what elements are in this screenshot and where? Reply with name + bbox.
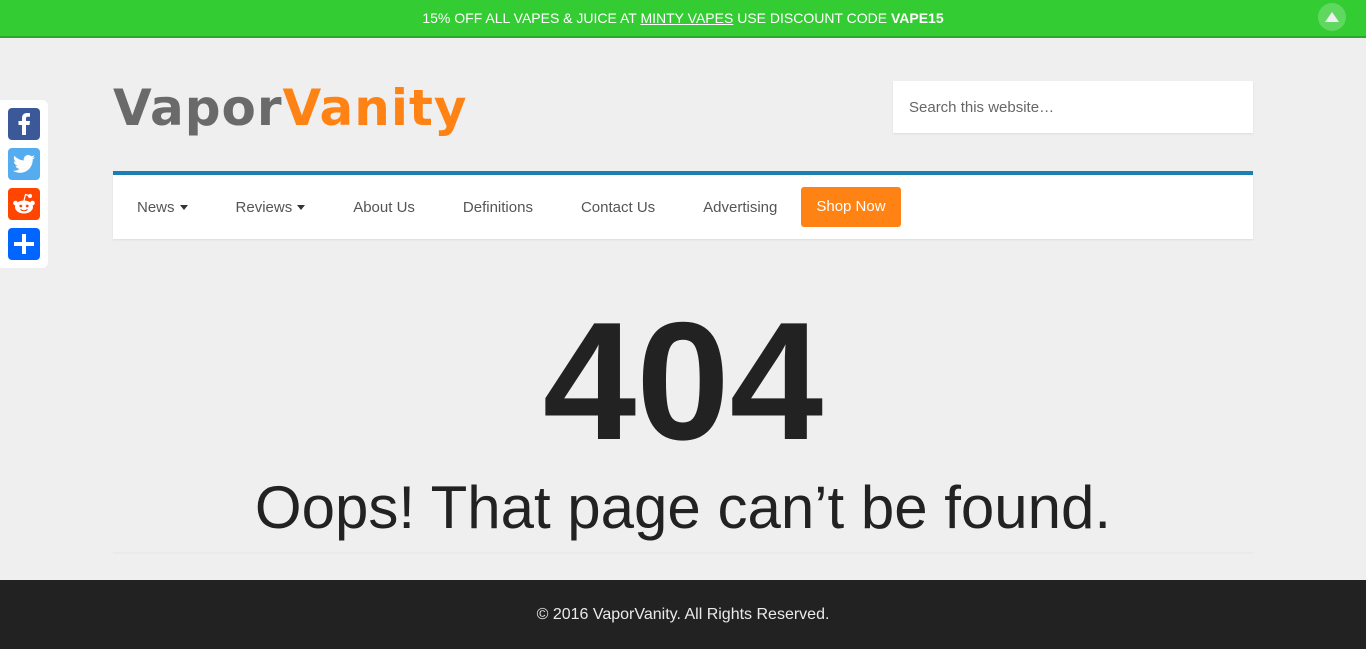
footer-copyright: © 2016 VaporVanity. All Rights Reserved. [536,606,830,623]
main-navigation: News Reviews About Us Definitions Contac… [113,171,1253,239]
collapse-promo-button[interactable] [1318,3,1346,31]
caret-down-icon [179,204,188,210]
more-share-button[interactable] [8,228,40,260]
nav-item-advertising[interactable]: Advertising [703,199,777,216]
promo-code: VAPE15 [890,10,944,26]
shop-now-button[interactable]: Shop Now [801,187,901,227]
nav-item-reviews[interactable]: Reviews [236,199,306,216]
site-footer: © 2016 VaporVanity. All Rights Reserved. [0,580,1366,649]
promo-prefix: 15% OFF ALL VAPES & JUICE AT [422,10,641,26]
promo-middle: USE DISCOUNT CODE [733,10,891,26]
facebook-icon [18,113,30,135]
nav-label-news: News [137,198,175,216]
plus-share-icon [14,234,34,254]
twitter-share-button[interactable] [8,148,40,180]
chevron-up-icon [1325,12,1339,22]
nav-item-contact[interactable]: Contact Us [581,199,655,216]
reddit-share-button[interactable] [8,188,40,220]
twitter-icon [13,155,35,173]
nav-item-about[interactable]: About Us [353,199,415,216]
error-code: 404 [542,287,824,475]
nav-item-news[interactable]: News [137,199,188,216]
logo-part-vanity: Vanity [282,79,468,137]
search-input[interactable] [893,81,1253,133]
caret-down-icon [297,204,306,210]
reddit-icon [13,193,35,214]
promo-bar: 15% OFF ALL VAPES & JUICE AT MINTY VAPES… [0,0,1366,38]
nav-label-reviews: Reviews [235,198,293,216]
social-share-bar [0,100,48,268]
site-logo[interactable]: VaporVanity [113,78,467,138]
nav-item-definitions[interactable]: Definitions [463,199,533,216]
content-divider [113,552,1253,554]
promo-link[interactable]: MINTY VAPES [640,10,733,26]
logo-part-vapor: Vapor [113,79,283,137]
facebook-share-button[interactable] [8,108,40,140]
error-message: Oops! That page can’t be found. [254,474,1112,541]
